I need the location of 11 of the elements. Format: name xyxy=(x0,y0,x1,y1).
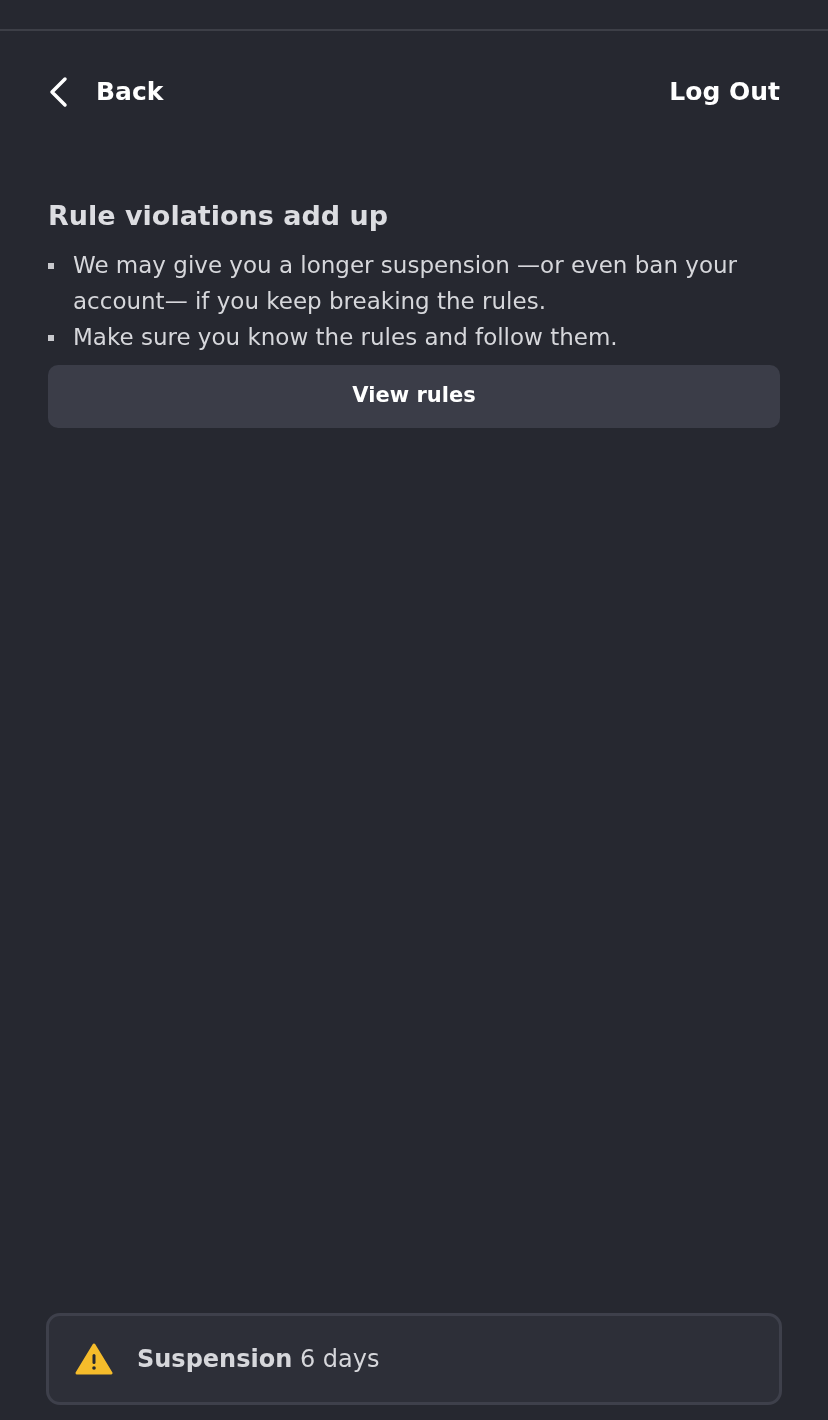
bullet-marker xyxy=(48,334,54,341)
logout-button[interactable]: Log Out xyxy=(669,73,780,111)
back-button[interactable]: Back xyxy=(48,73,164,111)
section-title: Rule violations add up xyxy=(48,199,390,233)
suspension-status: Suspension 6 days xyxy=(137,1344,380,1375)
warning-icon xyxy=(75,1343,113,1375)
view-rules-button[interactable]: View rules xyxy=(48,364,780,428)
bullet-text: We may give you a longer suspension —or even ban your account— if you keep breaking the rules. xyxy=(73,250,738,316)
bullet-text: Make sure you know the rules and follow them. xyxy=(73,322,618,352)
bullet-marker xyxy=(48,262,54,269)
back-icon xyxy=(48,75,68,108)
